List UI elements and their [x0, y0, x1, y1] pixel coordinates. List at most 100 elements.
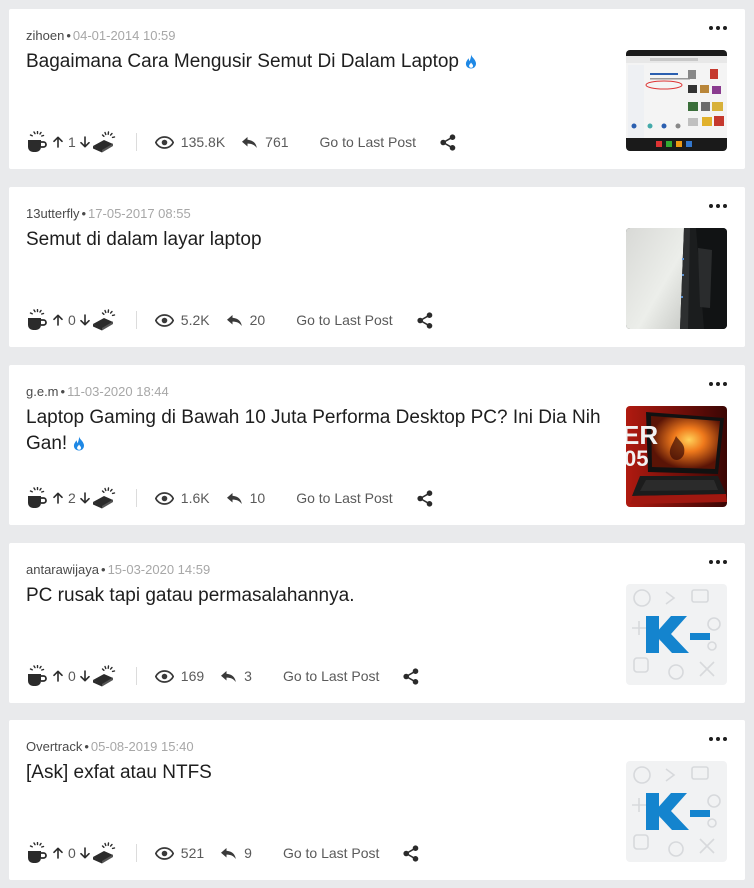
thread-title[interactable]: [Ask] exfat atau NTFS	[26, 760, 611, 786]
share-icon[interactable]	[403, 844, 419, 862]
cendol-cup-icon[interactable]	[26, 842, 48, 864]
divider	[135, 844, 137, 862]
reply-icon	[220, 670, 237, 683]
thread-title[interactable]: PC rusak tapi gatau permasalahannya.	[26, 583, 611, 609]
vote-count: 0	[68, 312, 76, 328]
brick-icon[interactable]	[92, 665, 116, 687]
thread-title-text: Semut di dalam layar laptop	[26, 229, 262, 250]
share-icon[interactable]	[417, 489, 433, 507]
post-date: 11-03-2020 18:44	[67, 384, 169, 399]
thread-title[interactable]: Bagaimana Cara Mengusir Semut Di Dalam L…	[26, 49, 611, 75]
thread-card: zihoen • 04-01-2014 10:59 Bagaimana Cara M…	[9, 9, 745, 169]
meta-separator: •	[84, 739, 89, 754]
meta-separator: •	[60, 384, 66, 399]
eye-icon	[154, 313, 174, 327]
views-count: 169	[180, 668, 205, 684]
go-to-last-post-link[interactable]: Go to Last Post	[320, 134, 417, 150]
brick-icon[interactable]	[92, 131, 116, 153]
replies-stat: 10	[226, 490, 266, 506]
brick-icon[interactable]	[92, 842, 116, 864]
thread-thumbnail[interactable]	[626, 761, 727, 862]
vote-count: 0	[68, 668, 76, 684]
thread-card: g.e.m • 11-03-2020 18:44 Laptop Gaming di …	[9, 365, 745, 525]
views-count: 1.6K	[180, 490, 210, 506]
more-options-icon[interactable]	[709, 555, 727, 569]
arrow-up-icon[interactable]	[53, 847, 63, 859]
author-name[interactable]: antarawijaya	[26, 562, 99, 577]
thread-title[interactable]: Laptop Gaming di Bawah 10 Juta Performa …	[26, 405, 611, 457]
reply-icon	[226, 492, 243, 505]
vote-count: 0	[68, 845, 76, 861]
reply-icon	[220, 847, 237, 860]
eye-icon	[154, 669, 174, 683]
more-options-icon[interactable]	[709, 732, 727, 746]
thread-title-text: [Ask] exfat atau NTFS	[26, 762, 212, 783]
thread-thumbnail[interactable]	[626, 50, 727, 151]
more-options-icon[interactable]	[709, 377, 727, 391]
meta-separator: •	[101, 562, 106, 577]
arrow-down-icon[interactable]	[79, 314, 90, 326]
reply-icon	[241, 136, 258, 149]
cendol-cup-icon[interactable]	[26, 487, 48, 509]
thread-title-text: Bagaimana Cara Mengusir Semut Di Dalam L…	[26, 51, 459, 72]
views-count: 5.2K	[180, 312, 210, 328]
arrow-down-icon[interactable]	[79, 670, 90, 682]
thread-meta: zihoen • 04-01-2014 10:59	[26, 28, 176, 44]
thread-thumbnail[interactable]: ER 05	[626, 406, 727, 507]
replies-count: 3	[244, 668, 252, 684]
author-name[interactable]: Overtrack	[26, 739, 82, 754]
views-count: 135.8K	[180, 134, 226, 150]
arrow-down-icon[interactable]	[79, 136, 90, 148]
replies-stat: 3	[220, 668, 252, 684]
share-icon[interactable]	[417, 311, 433, 329]
thread-actions: 0 169 3 Go to Last Post	[26, 665, 419, 687]
eye-icon	[154, 135, 174, 149]
views-stat: 5.2K	[154, 312, 210, 328]
thread-actions: 1 135.8K 761 Go to Last Post	[26, 131, 456, 153]
arrow-up-icon[interactable]	[53, 314, 63, 326]
author-name[interactable]: g.e.m	[26, 384, 59, 399]
divider	[135, 311, 137, 329]
arrow-up-icon[interactable]	[53, 492, 63, 504]
eye-icon	[154, 491, 174, 505]
replies-stat: 761	[241, 134, 289, 150]
go-to-last-post-link[interactable]: Go to Last Post	[296, 312, 393, 328]
more-options-icon[interactable]	[709, 21, 727, 35]
arrow-up-icon[interactable]	[53, 136, 63, 148]
cendol-cup-icon[interactable]	[26, 665, 48, 687]
thread-actions: 0 5.2K 20 Go to Last Post	[26, 309, 433, 331]
thread-meta: Overtrack • 05-08-2019 15:40	[26, 739, 194, 755]
go-to-last-post-link[interactable]: Go to Last Post	[283, 668, 380, 684]
go-to-last-post-link[interactable]: Go to Last Post	[296, 490, 393, 506]
brick-icon[interactable]	[92, 487, 116, 509]
share-icon[interactable]	[403, 667, 419, 685]
thread-title[interactable]: Semut di dalam layar laptop	[26, 227, 611, 253]
more-options-icon[interactable]	[709, 199, 727, 213]
cendol-cup-icon[interactable]	[26, 309, 48, 331]
arrow-down-icon[interactable]	[79, 492, 90, 504]
divider	[135, 489, 137, 507]
post-date: 15-03-2020 14:59	[107, 562, 211, 577]
thread-thumbnail[interactable]	[626, 584, 727, 685]
thread-title-text: PC rusak tapi gatau permasalahannya.	[26, 585, 355, 606]
thread-thumbnail[interactable]	[626, 228, 727, 329]
replies-count: 9	[244, 845, 252, 861]
thread-card: 13utterfly • 17-05-2017 08:55 Semut di dal…	[9, 187, 745, 347]
brick-icon[interactable]	[92, 309, 116, 331]
vote-count: 1	[68, 134, 76, 150]
author-name[interactable]: zihoen	[26, 28, 64, 43]
share-icon[interactable]	[440, 133, 456, 151]
author-name[interactable]: 13utterfly	[26, 206, 79, 221]
go-to-last-post-link[interactable]: Go to Last Post	[283, 845, 380, 861]
arrow-up-icon[interactable]	[53, 670, 63, 682]
thread-actions: 2 1.6K 10 Go to Last Post	[26, 487, 433, 509]
cendol-cup-icon[interactable]	[26, 131, 48, 153]
divider	[135, 667, 137, 685]
replies-count: 10	[249, 490, 266, 506]
thread-card: antarawijaya • 15-03-2020 14:59 PC rusak t…	[9, 543, 745, 703]
replies-stat: 9	[220, 845, 252, 861]
divider	[135, 133, 137, 151]
meta-separator: •	[66, 28, 71, 43]
arrow-down-icon[interactable]	[79, 847, 90, 859]
vote-count: 2	[68, 490, 76, 506]
